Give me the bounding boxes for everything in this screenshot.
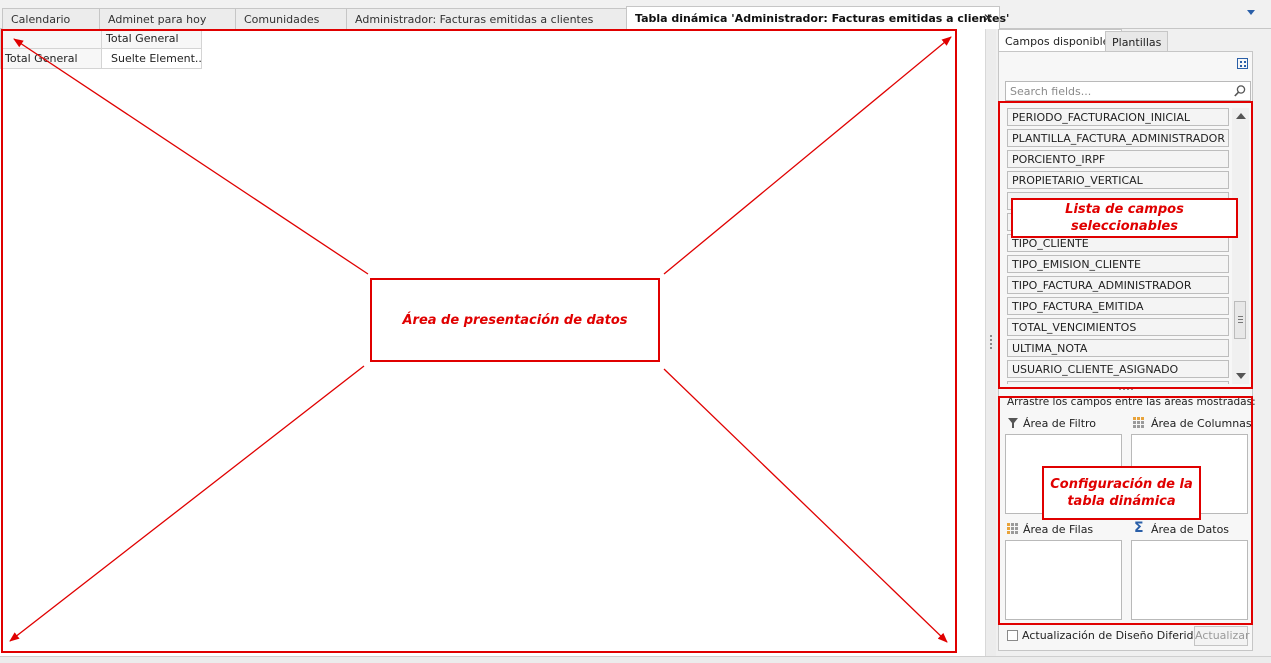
pivot-data-area: Total General Total General Suelte Eleme…	[0, 29, 985, 656]
layout-icon[interactable]	[1237, 58, 1248, 69]
tab-comunidades[interactable]: Comunidades	[235, 8, 347, 29]
splitter-grip-icon	[990, 335, 992, 349]
field-list-annotation: Lista de campos seleccionables	[1011, 198, 1238, 238]
bottom-status-strip	[0, 656, 1271, 663]
data-area-annotation: Área de presentación de datos	[370, 278, 660, 362]
tab-label: Calendario	[11, 13, 71, 26]
tab-label: Campos disponibles	[1005, 35, 1116, 48]
tab-label: Plantillas	[1112, 36, 1162, 49]
defer-update-label: Actualización de Diseño Diferido	[1022, 629, 1201, 642]
search-icon[interactable]	[1233, 84, 1247, 98]
tab-label: Administrador: Facturas emitidas a clien…	[355, 13, 594, 26]
tab-tabla-dinamica[interactable]: Tabla dinámica 'Administrador: Facturas …	[626, 6, 1009, 30]
document-tab-strip: Calendario Adminet para hoy Comunidades …	[0, 0, 1271, 30]
tab-label: Comunidades	[244, 13, 320, 26]
pivot-field-list-panel: Campos disponibles Plantillas PERIODO_FA…	[996, 29, 1271, 656]
search-input[interactable]	[1006, 82, 1234, 100]
tab-calendario[interactable]: Calendario	[2, 8, 100, 29]
panel-splitter[interactable]	[985, 29, 996, 656]
config-annotation: Configuración de la tabla dinámica	[1042, 466, 1201, 520]
tab-label: Adminet para hoy	[108, 13, 207, 26]
update-button[interactable]: Actualizar	[1194, 626, 1250, 646]
field-list-highlight	[998, 101, 1253, 389]
tab-plantillas[interactable]: Plantillas	[1105, 31, 1169, 52]
defer-update-checkbox[interactable]	[1007, 630, 1018, 641]
chevron-down-icon[interactable]	[1247, 10, 1255, 15]
close-icon[interactable]: ✕	[983, 11, 993, 25]
tab-facturas-emitidas[interactable]: Administrador: Facturas emitidas a clien…	[346, 8, 627, 29]
search-field[interactable]	[1005, 81, 1251, 101]
tab-label: Tabla dinámica 'Administrador: Facturas …	[635, 12, 1010, 25]
tab-campos-disponibles[interactable]: Campos disponibles	[998, 29, 1123, 52]
tab-adminet-para-hoy[interactable]: Adminet para hoy	[99, 8, 236, 29]
